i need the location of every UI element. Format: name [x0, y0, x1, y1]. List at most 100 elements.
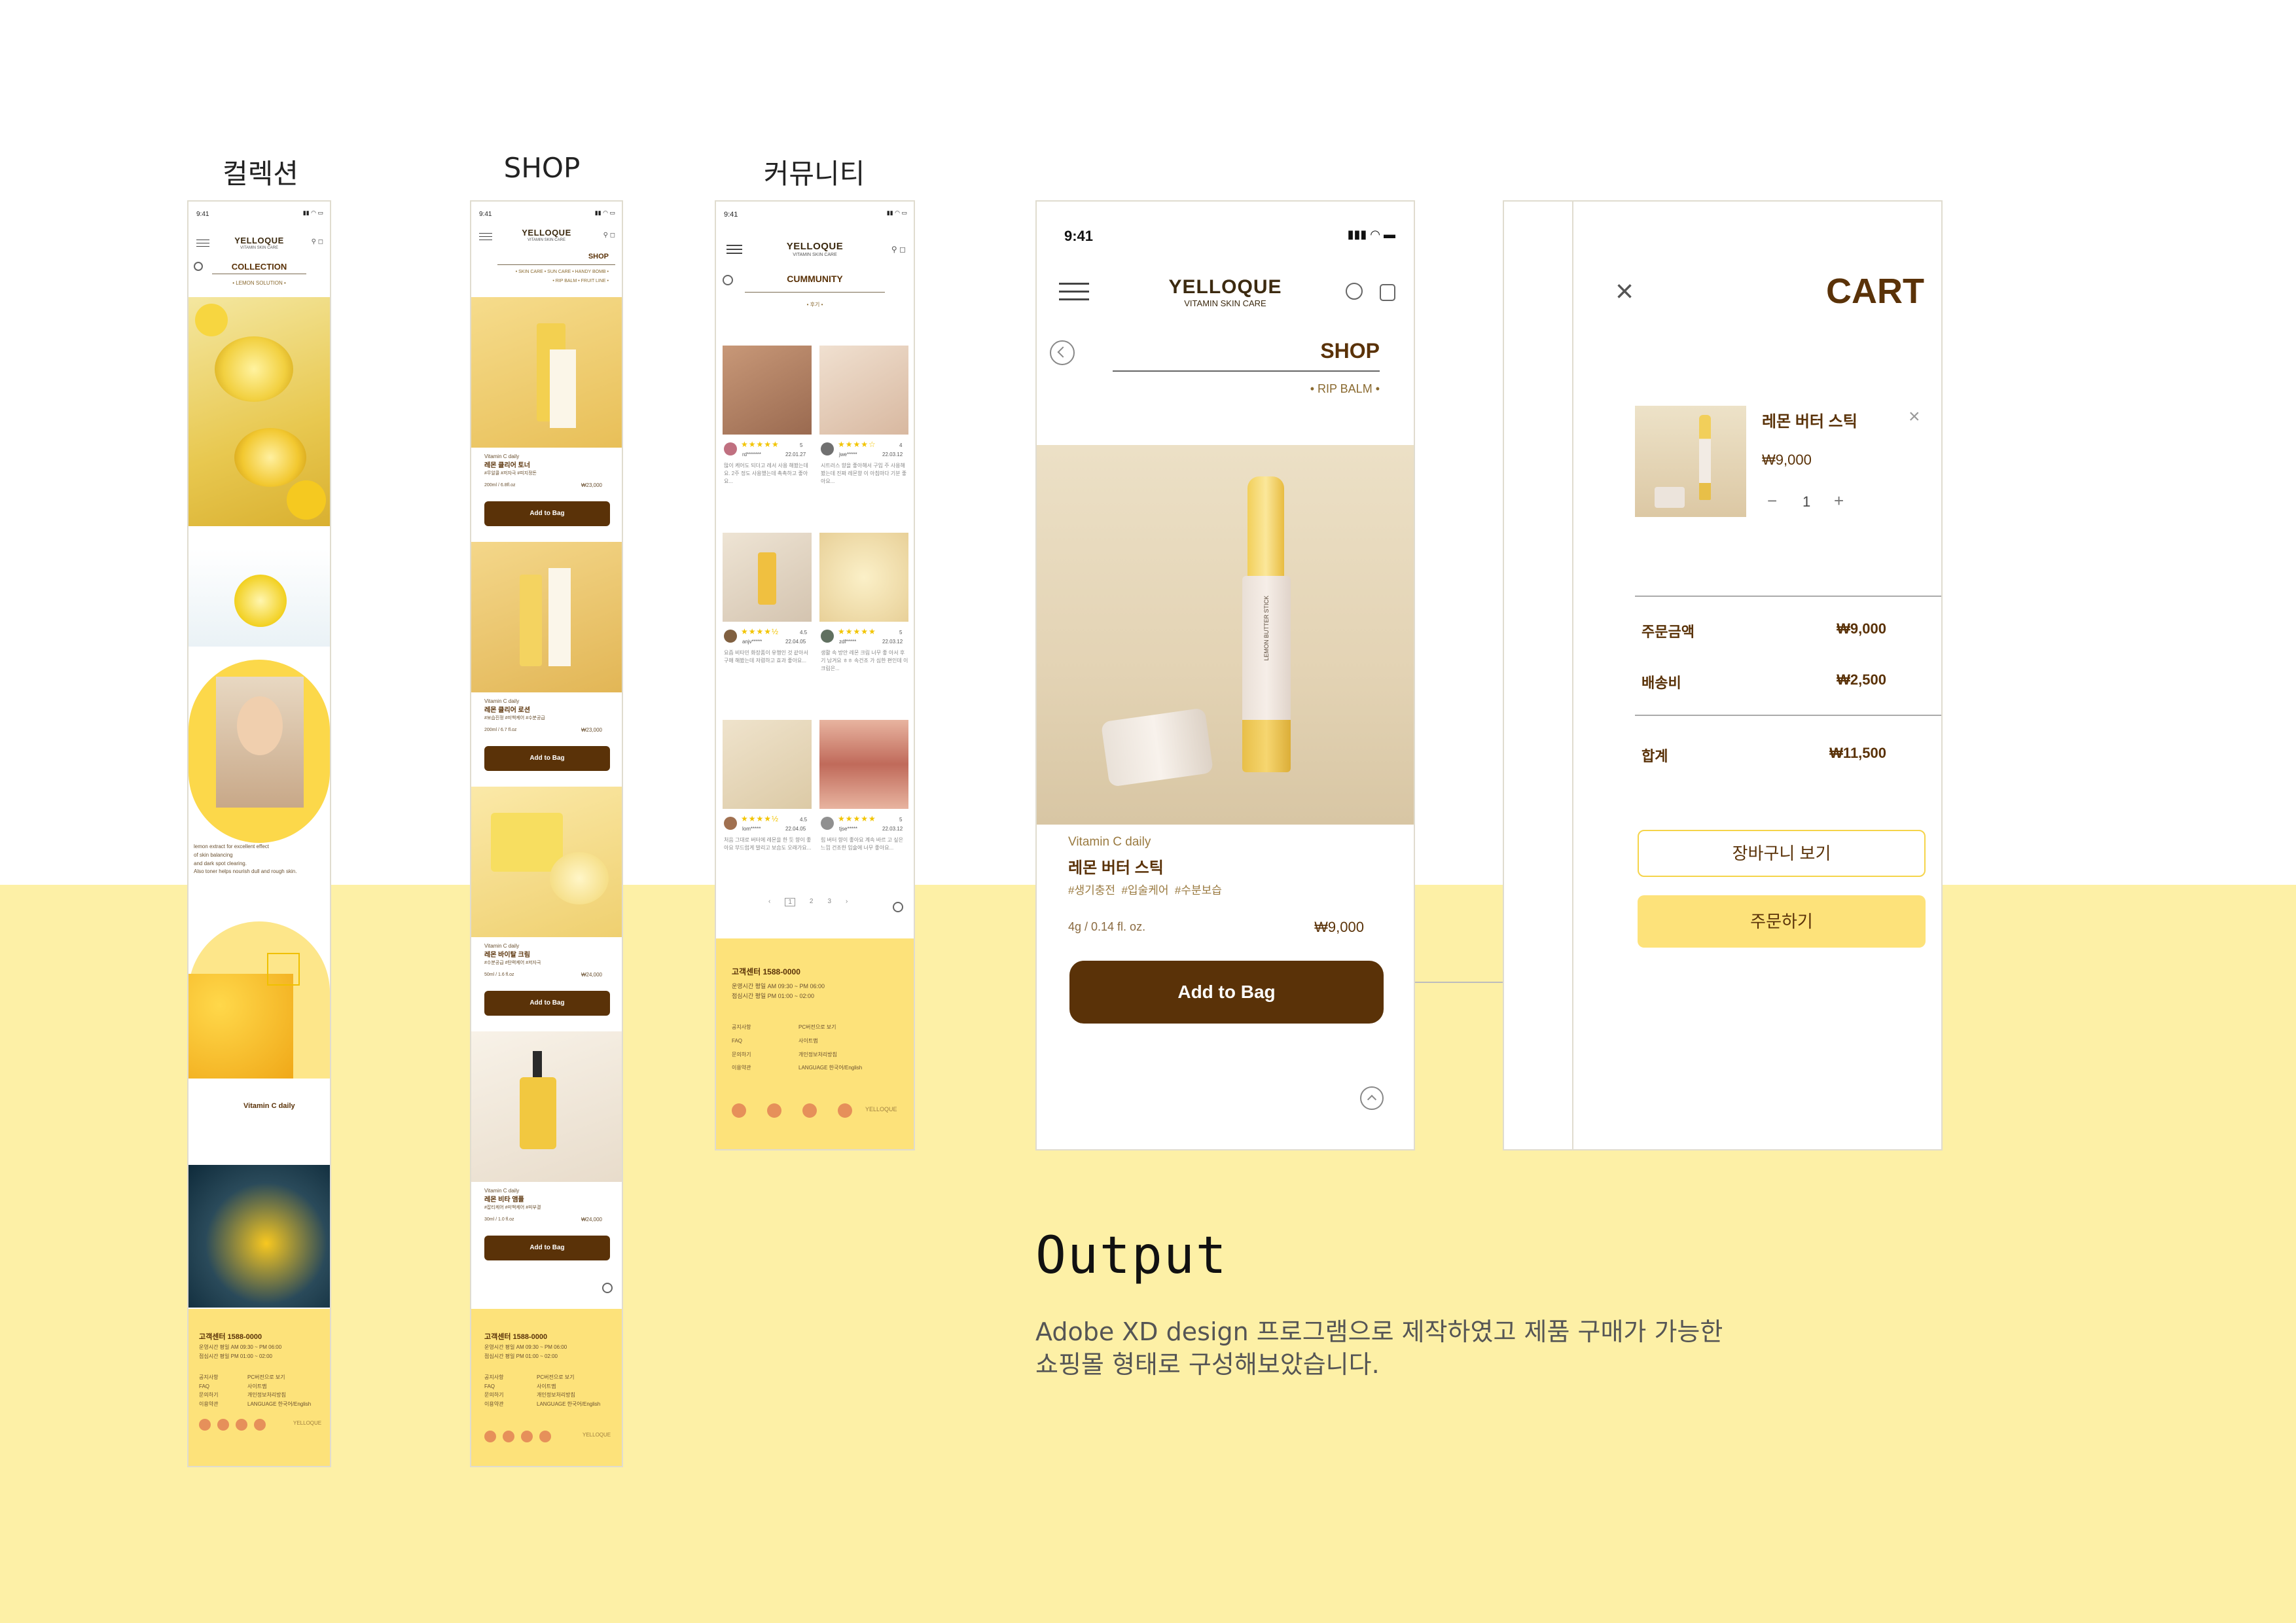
scroll-top-icon[interactable] — [602, 1283, 613, 1293]
add-to-bag-button[interactable]: Add to Bag — [484, 1236, 610, 1260]
view-cart-button[interactable]: 장바구니 보기 — [1638, 830, 1926, 877]
category-filters-2[interactable]: • RIP BALM • FRUIT LINE • — [552, 279, 609, 283]
review-photo[interactable] — [819, 346, 908, 435]
vitamin-label: Vitamin C daily — [243, 1102, 295, 1110]
play-icon[interactable] — [539, 1431, 551, 1442]
qty-minus-button[interactable]: − — [1767, 491, 1777, 511]
product-price: ₩23,000 — [581, 482, 602, 488]
output-description-line1: Adobe XD design 프로그램으로 제작하였고 제품 구매가 가능한 — [1035, 1317, 1723, 1346]
footer-links-left[interactable]: 공지사항 FAQ 문의하기 이용약관 — [732, 1021, 751, 1075]
total-label: 합계 — [1641, 748, 1668, 764]
bag-icon[interactable] — [1380, 284, 1395, 301]
review-photo[interactable] — [819, 533, 908, 622]
brand-logo[interactable]: YELLOQUE — [188, 236, 330, 245]
status-time: 9:41 — [724, 211, 738, 219]
add-to-bag-button[interactable]: Add to Bag — [484, 501, 610, 526]
reviewer-id: rd******* — [742, 452, 761, 457]
facebook-icon[interactable] — [732, 1103, 746, 1118]
page-1[interactable]: 1 — [785, 898, 795, 906]
instagram-icon[interactable] — [767, 1103, 781, 1118]
product-photo-toner[interactable] — [471, 297, 622, 448]
review-date: 22.03.12 — [882, 826, 903, 832]
product-photo-cream[interactable] — [471, 787, 622, 937]
product-photo-lotion[interactable] — [471, 542, 622, 692]
page-3[interactable]: 3 — [827, 898, 831, 906]
footer-hours: 운영시간 평일 AM 09:30 ~ PM 06:00 점심시간 평일 PM 01… — [484, 1344, 567, 1359]
review-text: 립 버터 향이 좋아요 계속 바르 고 싶은 느낌 건조한 입술에 너무 좋아요… — [821, 837, 903, 851]
review-photo[interactable] — [723, 346, 812, 435]
community-column-title: 커뮤니티 — [763, 158, 865, 190]
add-to-bag-button[interactable]: Add to Bag — [484, 746, 610, 771]
rating-stars: ★★★★☆ — [838, 440, 876, 449]
cart-screen: × CART 레몬 버터 스틱 ₩9,000 × − 1 + 주문금액 ₩9,0… — [1503, 200, 1943, 1150]
product-photo-ampoule[interactable] — [471, 1031, 622, 1182]
product-size: 50ml / 1.6 fl.oz — [484, 972, 514, 977]
facebook-icon[interactable] — [199, 1419, 211, 1431]
reviewer-avatar — [821, 817, 834, 830]
review-text: 요즘 비타민 화장품이 유행인 것 같아서 구매 해봤는데 저렴하고 효과 좋아… — [724, 650, 808, 664]
search-icon[interactable] — [1346, 283, 1363, 300]
youtube-icon[interactable] — [236, 1419, 247, 1431]
search-icon[interactable]: ⚲ ◻ — [603, 232, 615, 239]
page-title: COLLECTION — [231, 262, 287, 272]
reviewer-avatar — [724, 442, 737, 455]
brand-tagline: VITAMIN SKIN CARE — [528, 238, 565, 242]
product-brand: Vitamin C daily — [484, 943, 520, 949]
close-icon[interactable]: × — [1615, 274, 1634, 310]
pagination[interactable]: ‹ 1 2 3 › — [768, 898, 848, 906]
rating-value: 4 — [899, 442, 903, 448]
review-date: 22.03.12 — [882, 639, 903, 645]
page-prev[interactable]: ‹ — [768, 898, 770, 906]
footer-links-right[interactable]: PC버전으로 보기 사이트맵 개인정보처리방침 LANGUAGE 한국어/Englis… — [537, 1373, 600, 1408]
footer-links-left[interactable]: 공지사항 FAQ 문의하기 이용약관 — [484, 1373, 503, 1408]
search-icon[interactable]: ⚲ ◻ — [891, 245, 906, 254]
reviewer-id: jwe***** — [839, 452, 857, 457]
review-text: 생활 속 방안 레몬 크림 너무 좋 아서 후기 남겨요 ㅎㅎ 속건조 가 심한… — [821, 650, 908, 671]
product-hero-photo: LEMON BUTTER STICK — [1037, 445, 1414, 825]
brand-logo[interactable]: YELLOQUE — [471, 228, 622, 238]
facebook-icon[interactable] — [484, 1431, 496, 1442]
footer: 고객센터 1588-0000 운영시간 평일 AM 09:30 ~ PM 06:… — [188, 1309, 330, 1466]
remove-item-icon[interactable]: × — [1909, 406, 1920, 428]
review-photo[interactable] — [723, 533, 812, 622]
reviewer-avatar — [724, 630, 737, 643]
footer-hours: 운영시간 평일 AM 09:30 ~ PM 06:00 점심시간 평일 PM 01… — [199, 1344, 282, 1359]
instagram-icon[interactable] — [217, 1419, 229, 1431]
back-icon[interactable] — [1050, 340, 1075, 365]
add-to-bag-button[interactable]: Add to Bag — [1069, 961, 1384, 1024]
brand-logo[interactable]: YELLOQUE — [716, 241, 914, 252]
decor-square — [267, 953, 300, 986]
review-text: 시트러스 향을 좋아해서 구입 주 사용해봤는데 진짜 레몬향 이 아침마다 기… — [821, 463, 907, 484]
footer-links-right[interactable]: PC버전으로 보기 사이트맵 개인정보처리방침 LANGUAGE 한국어/Englis… — [247, 1373, 311, 1408]
page-subtitle: • 후기 • — [806, 302, 823, 308]
footer-links-right[interactable]: PC버전으로 보기 사이트맵 개인정보처리방침 LANGUAGE 한국어/Englis… — [798, 1021, 862, 1075]
category-filters[interactable]: • SKIN CARE • SUN CARE • HANDY BOMB • — [516, 270, 609, 274]
rating-stars: ★★★★★ — [741, 440, 780, 449]
page-2[interactable]: 2 — [810, 898, 814, 906]
scroll-top-icon[interactable] — [1360, 1086, 1384, 1110]
play-icon[interactable] — [838, 1103, 852, 1118]
checkout-button[interactable]: 주문하기 — [1638, 895, 1926, 948]
add-to-bag-button[interactable]: Add to Bag — [484, 991, 610, 1016]
page-next[interactable]: › — [846, 898, 848, 906]
play-icon[interactable] — [254, 1419, 266, 1431]
review-photo[interactable] — [819, 720, 908, 809]
qty-plus-button[interactable]: + — [1834, 491, 1844, 511]
instagram-icon[interactable] — [503, 1431, 514, 1442]
youtube-icon[interactable] — [521, 1431, 533, 1442]
footer-logo: YELLOQUE — [865, 1106, 897, 1113]
reviewer-id: tjse***** — [839, 826, 858, 832]
footer-logo: YELLOQUE — [293, 1420, 322, 1426]
youtube-icon[interactable] — [802, 1103, 817, 1118]
product-tags: #수분공급 #탄력케어 #저자극 — [484, 961, 541, 965]
product-tags: #생기충전 #입술케어 #수분보습 — [1068, 884, 1222, 897]
scroll-top-icon[interactable] — [893, 902, 903, 912]
search-icon[interactable]: ⚲ ◻ — [312, 238, 323, 245]
order-amount-value: ₩9,000 — [1837, 620, 1886, 637]
product-size: 4g / 0.14 fl. oz. — [1068, 920, 1146, 933]
product-size: 200ml / 6.8fl.oz — [484, 483, 516, 488]
footer-links-left[interactable]: 공지사항 FAQ 문의하기 이용약관 — [199, 1373, 218, 1408]
lemon-water-photo — [188, 1165, 330, 1308]
review-photo[interactable] — [723, 720, 812, 809]
product-brand: Vitamin C daily — [484, 454, 520, 459]
